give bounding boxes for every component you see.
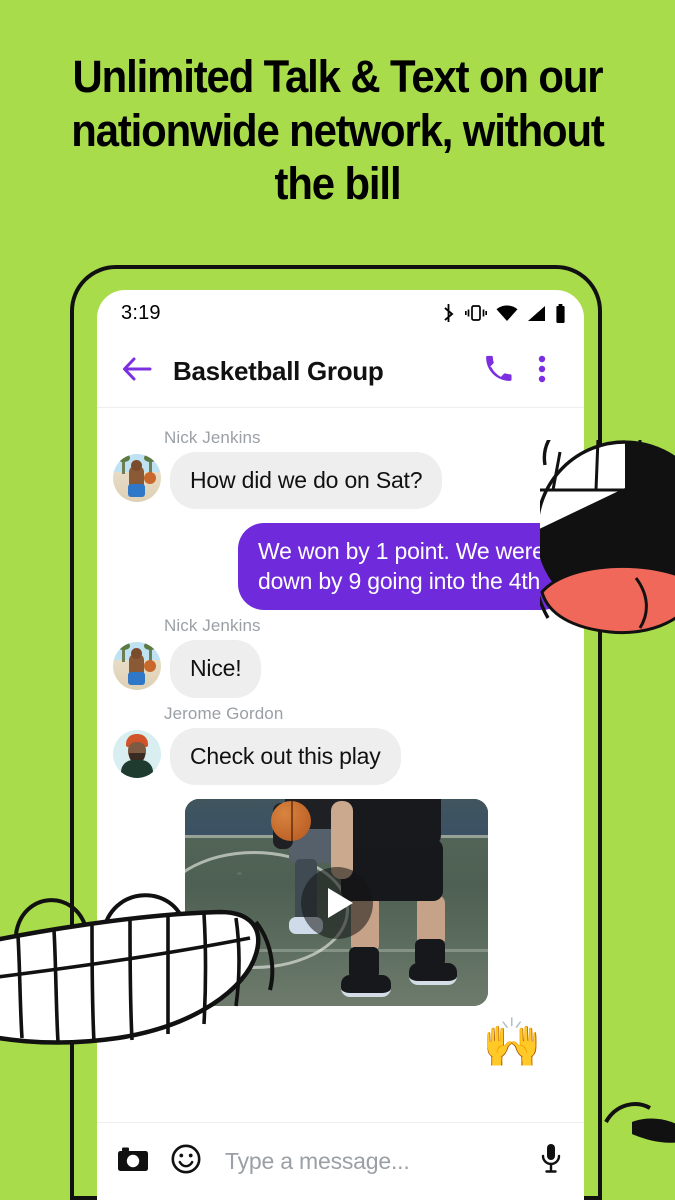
eyebrow-doodle: [598, 1092, 675, 1200]
app-bar: Basketball Group: [97, 336, 584, 408]
camera-button[interactable]: [117, 1146, 149, 1177]
reaction-emoji[interactable]: 🙌: [113, 1020, 568, 1068]
headline-line-3: the bill: [274, 158, 402, 210]
back-arrow-icon: [122, 356, 152, 387]
phone-screen: 3:19 Basketball Group Nick Jenkins How d…: [97, 290, 584, 1200]
message-row: How did we do on Sat?: [113, 452, 568, 510]
headline-line-1: Unlimited Talk & Text on our: [72, 51, 604, 102]
message-bubble-outgoing[interactable]: We won by 1 point. We were down by 9 goi…: [238, 523, 568, 611]
wifi-icon: [496, 305, 518, 322]
phone-call-icon: [484, 355, 512, 388]
battery-icon: [555, 303, 566, 323]
video-message[interactable]: [185, 799, 488, 1007]
jerome-avatar[interactable]: [113, 729, 161, 778]
message-row: Nice!: [113, 640, 568, 698]
camera-icon: [117, 1146, 149, 1177]
status-bar: 3:19: [97, 290, 584, 336]
message-row: We won by 1 point. We were down by 9 goi…: [113, 523, 568, 611]
message-thread[interactable]: Nick Jenkins How did we do on Sat? We wo…: [97, 408, 584, 1121]
vibrate-icon: [465, 304, 487, 322]
nick-avatar[interactable]: [113, 642, 161, 691]
more-vertical-icon: [538, 355, 546, 388]
message-bubble[interactable]: Nice!: [170, 640, 262, 698]
message-sender: Nick Jenkins: [164, 616, 261, 636]
nick-avatar[interactable]: [113, 454, 161, 502]
emoji-button[interactable]: [171, 1144, 201, 1179]
bluetooth-icon: [441, 303, 456, 323]
back-button[interactable]: [115, 356, 159, 387]
call-button[interactable]: [476, 355, 520, 388]
status-time: 3:19: [121, 301, 161, 324]
status-icons: [441, 303, 566, 323]
microphone-icon: [540, 1143, 562, 1180]
promo-headline: Unlimited Talk & Text on our nationwide …: [24, 50, 652, 211]
more-options-button[interactable]: [520, 355, 564, 388]
headline-line-2: nationwide network, without: [71, 104, 605, 156]
conversation-title: Basketball Group: [173, 356, 384, 386]
message-bubble[interactable]: How did we do on Sat?: [170, 452, 443, 510]
message-sender: Jerome Gordon: [164, 703, 284, 723]
message-input[interactable]: Type a message...: [225, 1148, 540, 1175]
message-bubble[interactable]: Check out this play: [170, 727, 401, 786]
message-row: Check out this play: [113, 727, 568, 786]
cellular-signal-icon: [527, 305, 546, 322]
play-button[interactable]: [300, 866, 373, 939]
microphone-button[interactable]: [540, 1143, 562, 1180]
emoji-smiley-icon: [171, 1144, 201, 1179]
message-sender: Nick Jenkins: [164, 428, 261, 447]
message-composer: Type a message...: [97, 1122, 584, 1200]
